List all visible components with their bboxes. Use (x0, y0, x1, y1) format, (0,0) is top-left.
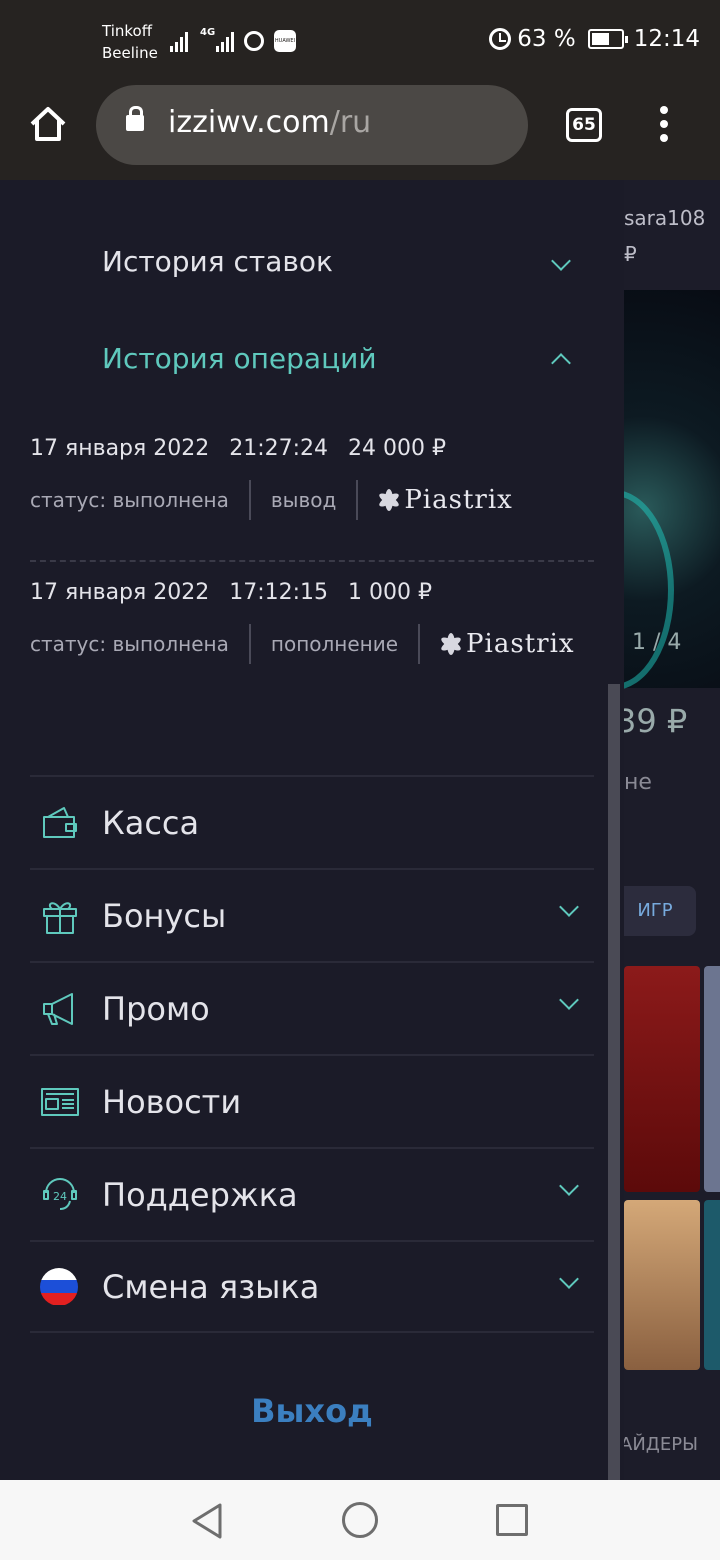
op-date: 17 января 2022 (30, 580, 210, 605)
op-history-label: История операций (102, 341, 377, 375)
bg-currency: ₽ (624, 242, 637, 266)
piastrix-logo: Piastrix (377, 485, 513, 515)
chevron-down-icon (559, 1269, 579, 1289)
menu-label: Бонусы (102, 896, 227, 935)
operation-meta: статус: выполнена вывод Piastrix (30, 480, 513, 520)
alarm-icon (489, 28, 512, 50)
network-type: 4G (200, 27, 216, 38)
op-date: 17 января 2022 (30, 436, 210, 461)
menu-item-kassa[interactable]: Касса (30, 775, 594, 868)
app-q-icon (244, 31, 264, 51)
signal-2-icon (216, 26, 234, 52)
op-status: статус: выполнена (30, 632, 229, 656)
status-bar: Tinkoff Beeline 4G HUAWEI 63 % 12:14 (0, 0, 720, 84)
carrier-names: Tinkoff Beeline (102, 20, 158, 64)
menu-label: Касса (102, 803, 200, 842)
menu-item-promo[interactable]: Промо (30, 961, 594, 1054)
piastrix-flower-icon (377, 489, 401, 511)
chevron-down-icon (559, 897, 579, 917)
bg-row-text: не (624, 770, 652, 795)
bg-game-thumb (704, 1200, 720, 1370)
operation-header: 17 января 2022 21:27:24 24 000 ₽ (30, 436, 594, 461)
chevron-down-icon (559, 990, 579, 1010)
bet-history-toggle[interactable]: История ставок (102, 231, 582, 291)
back-icon[interactable] (190, 1502, 226, 1540)
chevron-down-icon (551, 251, 571, 271)
chevron-up-icon (551, 353, 571, 373)
menu-label: Новости (102, 1082, 242, 1121)
bg-username: sara108 (624, 206, 706, 230)
status-right: 63 % 12:14 (489, 26, 700, 52)
piastrix-logo: Piastrix (439, 629, 575, 659)
carrier-1: Tinkoff (102, 22, 153, 40)
russia-flag-icon (40, 1267, 78, 1306)
browser-menu-icon[interactable] (658, 106, 670, 146)
address-bar[interactable]: izziwv.com/ru (96, 85, 528, 165)
divider (30, 560, 594, 562)
lock-icon (126, 106, 144, 131)
bg-game-thumb (624, 966, 700, 1192)
carrier-2: Beeline (102, 44, 158, 62)
support-24-icon: 24 (43, 1177, 77, 1210)
logout-button[interactable]: Выход (0, 1392, 624, 1430)
url-domain: izziwv.com (168, 105, 330, 140)
bg-game-thumb (704, 966, 720, 1192)
megaphone-icon (43, 992, 73, 1025)
bg-game-thumb (624, 1200, 700, 1370)
menu-label: Промо (102, 989, 210, 1028)
svg-text:24: 24 (53, 1190, 67, 1203)
bg-tab-label: АЙДЕРЫ (624, 1434, 698, 1455)
bg-games-button: ИГР (624, 886, 696, 936)
side-drawer: История ставок История операций 17 январ… (0, 180, 624, 1480)
url-path: /ru (329, 105, 372, 140)
signal-icon (170, 26, 188, 52)
op-type: пополнение (270, 632, 399, 656)
clock: 12:14 (633, 26, 700, 52)
op-amount: 24 000 ₽ (348, 436, 447, 461)
operation-header: 17 января 2022 17:12:15 1 000 ₽ (30, 580, 594, 605)
background-page: sara108 ₽ 1 / 4 39 ₽ не ИГР АЙДЕРЫ (624, 180, 720, 1480)
home-icon[interactable] (28, 104, 68, 144)
nav-home-icon[interactable] (342, 1502, 378, 1538)
scrollbar[interactable] (608, 684, 620, 1480)
drawer-menu: Касса Бонусы Промо Новости 24 Поддержка … (30, 775, 594, 1333)
operation-meta: статус: выполнена пополнение Piastrix (30, 624, 575, 664)
battery-fill (591, 33, 610, 45)
op-time: 21:27:24 (229, 436, 329, 461)
operation-item: 17 января 2022 21:27:24 24 000 ₽ статус:… (30, 436, 594, 520)
piastrix-flower-icon (439, 633, 463, 655)
huawei-icon: HUAWEI (274, 30, 296, 52)
menu-label: Поддержка (102, 1175, 298, 1214)
operation-item: 17 января 2022 17:12:15 1 000 ₽ статус: … (30, 580, 594, 664)
recent-apps-icon[interactable] (496, 1504, 528, 1536)
bet-history-label: История ставок (102, 244, 333, 278)
op-amount: 1 000 ₽ (348, 580, 433, 605)
menu-label: Смена языка (102, 1267, 320, 1306)
bg-balance: 39 ₽ (624, 702, 688, 740)
bg-banner (624, 290, 720, 690)
tabs-count-button[interactable]: 65 (566, 108, 602, 142)
menu-item-news[interactable]: Новости (30, 1054, 594, 1147)
battery-percent: 63 % (517, 26, 576, 52)
op-status: статус: выполнена (30, 488, 229, 512)
op-time: 17:12:15 (229, 580, 329, 605)
op-history-toggle[interactable]: История операций (102, 328, 582, 388)
battery-icon (587, 29, 628, 49)
op-type: вывод (270, 488, 337, 512)
bg-slide-counter: 1 / 4 (632, 630, 682, 655)
newspaper-icon (41, 1087, 79, 1116)
chevron-down-icon (559, 1176, 579, 1196)
menu-item-language[interactable]: Смена языка (30, 1240, 594, 1333)
url-text[interactable]: izziwv.com/ru (168, 105, 371, 140)
browser-toolbar: izziwv.com/ru 65 (0, 84, 720, 180)
menu-item-bonuses[interactable]: Бонусы (30, 868, 594, 961)
wallet-icon (43, 806, 77, 838)
gift-icon (43, 901, 77, 934)
system-nav-bar (0, 1480, 720, 1560)
menu-item-support[interactable]: 24 Поддержка (30, 1147, 594, 1240)
